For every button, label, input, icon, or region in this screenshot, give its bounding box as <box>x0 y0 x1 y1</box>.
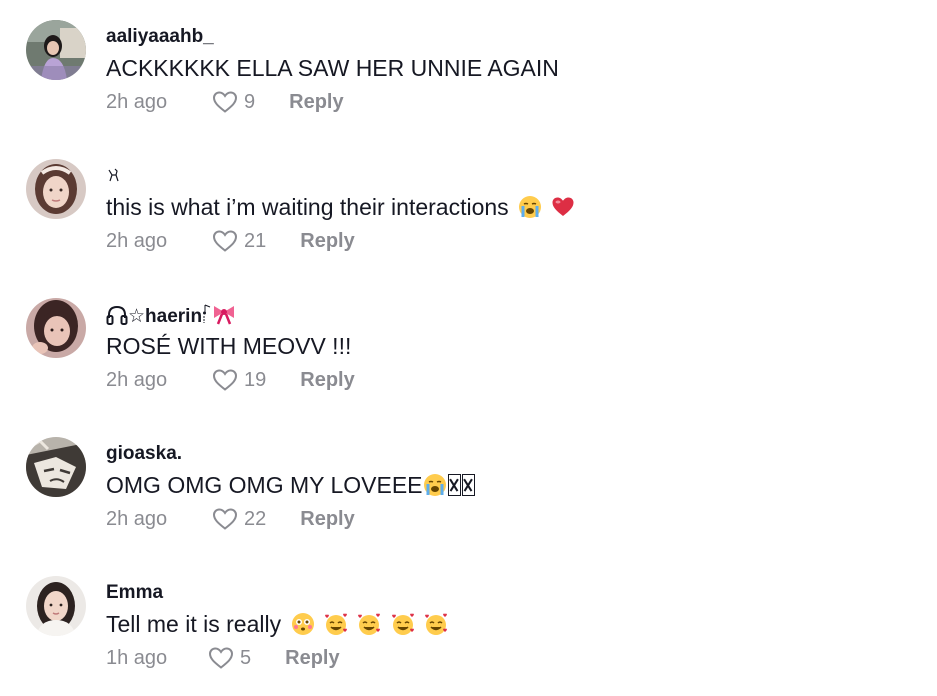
comment-item: Emma Tell me it is really 1h ago 5 Reply <box>26 576 916 696</box>
user-symbol-icon <box>108 168 119 182</box>
avatar[interactable] <box>26 20 86 80</box>
username[interactable]: ☆haerin <box>106 303 916 327</box>
loudly-crying-face-icon <box>519 196 542 218</box>
comment-text: ACKKKKKK ELLA SAW HER UNNIE AGAIN <box>106 53 916 83</box>
comment-text: Tell me it is really <box>106 609 916 639</box>
like-count: 22 <box>244 507 267 530</box>
comment-meta: 1h ago 5 Reply <box>106 643 916 673</box>
like-button[interactable]: 5 <box>208 646 251 670</box>
heart-icon <box>212 91 238 113</box>
smiling-face-with-hearts-icon <box>391 613 414 635</box>
comment-item: this is what i’m waiting their interacti… <box>26 159 916 279</box>
like-count: 9 <box>244 90 256 113</box>
reply-button[interactable]: Reply <box>300 369 354 392</box>
loudly-crying-face-icon <box>423 474 446 496</box>
comment-meta: 2h ago 21 Reply <box>106 226 916 256</box>
smiling-face-with-hearts-icon <box>358 613 381 635</box>
reply-button[interactable]: Reply <box>289 91 343 114</box>
comment-text-content: Tell me it is really <box>106 611 282 637</box>
ribbon-icon <box>214 306 235 325</box>
avatar[interactable] <box>26 159 86 219</box>
like-button[interactable]: 19 <box>212 368 266 392</box>
reply-button[interactable]: Reply <box>300 230 354 253</box>
heart-icon <box>212 369 238 391</box>
avatar[interactable] <box>26 437 86 497</box>
timestamp: 2h ago <box>106 90 168 113</box>
username[interactable]: aaliyaaahb_ <box>106 25 916 49</box>
like-button[interactable]: 9 <box>212 90 255 114</box>
like-button[interactable]: 21 <box>212 229 266 253</box>
reply-button[interactable]: Reply <box>285 647 339 670</box>
username[interactable]: gioaska. <box>106 442 916 466</box>
music-note-icon <box>203 304 211 323</box>
comment-meta: 2h ago 22 Reply <box>106 504 916 534</box>
avatar[interactable] <box>26 576 86 636</box>
timestamp: 2h ago <box>106 368 168 391</box>
flushed-face-icon <box>291 613 314 635</box>
comment-text: ROSÉ WITH MEOVV !!! <box>106 331 916 361</box>
like-count: 19 <box>244 368 267 391</box>
comment-text-content: ACKKKKKK ELLA SAW HER UNNIE AGAIN <box>106 55 559 81</box>
username-text: ☆haerin <box>128 306 203 327</box>
like-count: 21 <box>244 229 267 252</box>
heart-icon <box>208 647 234 669</box>
comment-text-content: this is what i’m waiting their interacti… <box>106 194 509 220</box>
timestamp: 1h ago <box>106 646 168 669</box>
heart-icon <box>212 508 238 530</box>
like-button[interactable]: 22 <box>212 507 266 531</box>
like-count: 5 <box>240 646 252 669</box>
red-heart-icon <box>552 197 574 216</box>
missing-glyph-icon <box>461 474 475 496</box>
comment-text-content: OMG OMG OMG MY LOVEEE <box>106 472 423 498</box>
comment-meta: 2h ago 19 Reply <box>106 365 916 395</box>
comment-text-content: ROSÉ WITH MEOVV !!! <box>106 333 352 359</box>
smiling-face-with-hearts-icon <box>425 613 447 635</box>
comment-text: this is what i’m waiting their interacti… <box>106 192 916 222</box>
username[interactable] <box>106 164 916 188</box>
timestamp: 2h ago <box>106 507 168 530</box>
comment-text: OMG OMG OMG MY LOVEEE <box>106 470 916 500</box>
missing-glyph-icon <box>447 474 461 496</box>
comment-item: ☆haerin ROSÉ WITH MEOVV !!! 2h ago 19 Re… <box>26 298 916 418</box>
timestamp: 2h ago <box>106 229 168 252</box>
smiling-face-with-hearts-icon <box>324 613 347 635</box>
reply-button[interactable]: Reply <box>300 508 354 531</box>
comment-meta: 2h ago 9 Reply <box>106 87 916 117</box>
comment-item: aaliyaaahb_ ACKKKKKK ELLA SAW HER UNNIE … <box>26 20 916 140</box>
headphones-icon <box>106 305 128 325</box>
avatar[interactable] <box>26 298 86 358</box>
comment-item: gioaska. OMG OMG OMG MY LOVEEE 2h ago 22… <box>26 437 916 557</box>
username[interactable]: Emma <box>106 581 916 605</box>
heart-icon <box>212 230 238 252</box>
